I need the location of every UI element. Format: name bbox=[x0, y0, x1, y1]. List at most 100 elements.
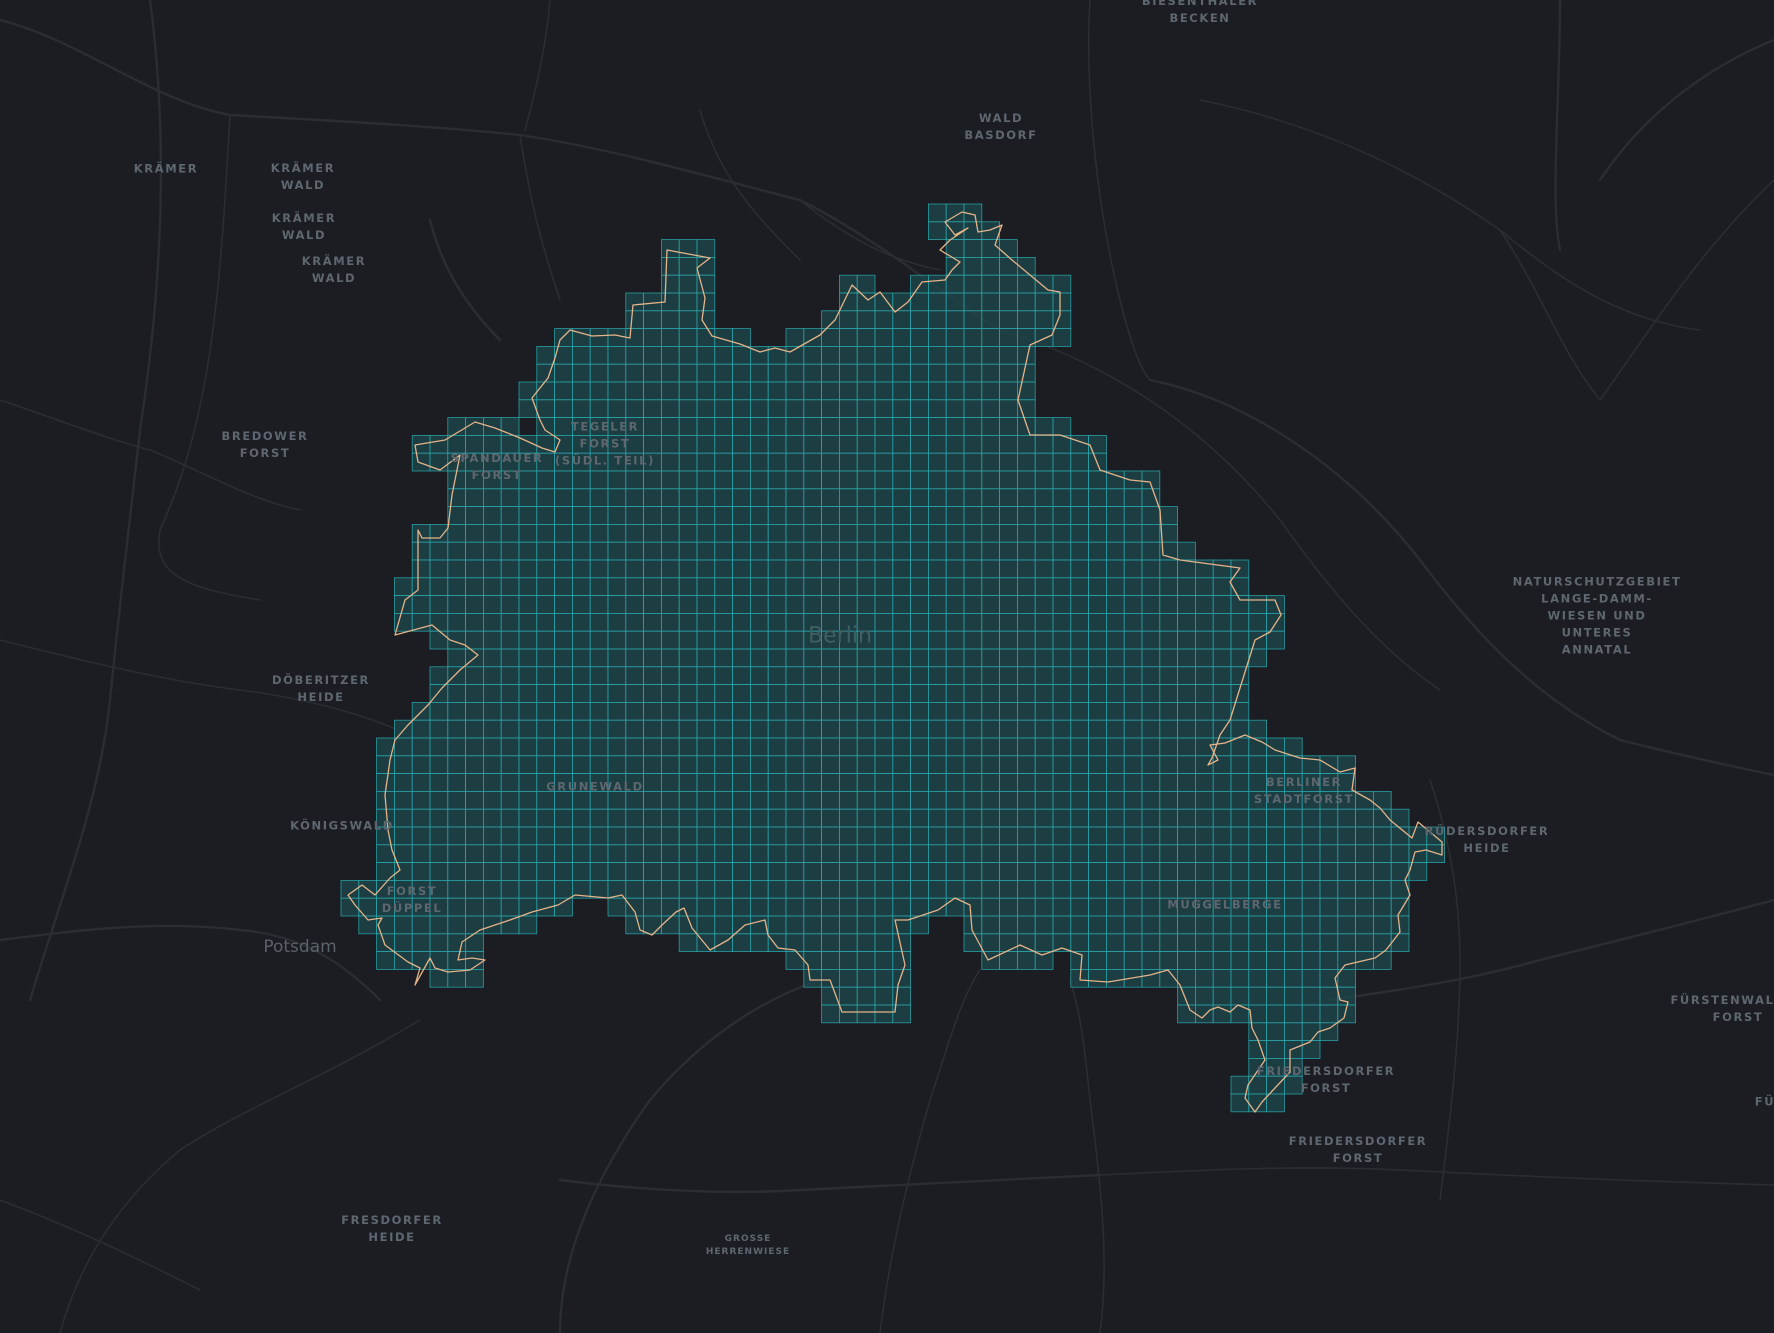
grid-cell[interactable] bbox=[1106, 595, 1125, 614]
grid-cell[interactable] bbox=[1141, 719, 1161, 739]
grid-cell[interactable] bbox=[1230, 755, 1250, 774]
grid-cell[interactable] bbox=[839, 933, 858, 952]
grid-cell[interactable] bbox=[981, 648, 1000, 668]
grid-cell[interactable] bbox=[714, 470, 733, 490]
grid-cell[interactable] bbox=[767, 773, 787, 792]
grid-cell[interactable] bbox=[1088, 773, 1107, 792]
grid-cell[interactable] bbox=[482, 559, 502, 579]
grid-cell[interactable] bbox=[1070, 488, 1090, 507]
grid-cell[interactable] bbox=[554, 595, 573, 614]
grid-cell[interactable] bbox=[518, 737, 538, 757]
grid-cell[interactable] bbox=[821, 737, 840, 757]
grid-cell[interactable] bbox=[518, 648, 538, 668]
grid-cell[interactable] bbox=[892, 826, 911, 846]
grid-cell[interactable] bbox=[999, 345, 1018, 365]
grid-cell[interactable] bbox=[803, 755, 822, 774]
grid-cell[interactable] bbox=[892, 684, 911, 703]
grid-cell[interactable] bbox=[874, 773, 894, 792]
grid-cell[interactable] bbox=[785, 951, 805, 970]
grid-cell[interactable] bbox=[910, 613, 929, 632]
grid-cell[interactable] bbox=[981, 862, 1000, 881]
grid-cell[interactable] bbox=[411, 808, 431, 828]
grid-cell[interactable] bbox=[981, 684, 1000, 703]
grid-cell[interactable] bbox=[945, 684, 965, 703]
grid-cell[interactable] bbox=[1034, 702, 1054, 721]
grid-cell[interactable] bbox=[518, 613, 538, 632]
grid-cell[interactable] bbox=[696, 719, 716, 739]
grid-cell[interactable] bbox=[963, 310, 983, 329]
grid-cell[interactable] bbox=[963, 684, 983, 703]
grid-cell[interactable] bbox=[447, 434, 466, 454]
grid-cell[interactable] bbox=[1177, 684, 1196, 703]
grid-cell[interactable] bbox=[536, 470, 555, 490]
grid-cell[interactable] bbox=[536, 719, 555, 739]
grid-cell[interactable] bbox=[696, 506, 716, 525]
grid-cell[interactable] bbox=[1195, 791, 1214, 810]
grid-cell[interactable] bbox=[1123, 915, 1143, 935]
grid-cell[interactable] bbox=[429, 452, 449, 472]
grid-cell[interactable] bbox=[981, 630, 1000, 650]
grid-cell[interactable] bbox=[785, 381, 805, 401]
grid-cell[interactable] bbox=[1337, 933, 1357, 952]
grid-cell[interactable] bbox=[393, 737, 413, 757]
grid-cell[interactable] bbox=[1212, 630, 1232, 650]
grid-cell[interactable] bbox=[1034, 915, 1054, 935]
grid-cell[interactable] bbox=[1052, 880, 1072, 899]
grid-cell[interactable] bbox=[945, 310, 965, 329]
grid-cell[interactable] bbox=[910, 399, 929, 418]
grid-cell[interactable] bbox=[1248, 808, 1268, 828]
grid-cell[interactable] bbox=[625, 541, 644, 561]
grid-cell[interactable] bbox=[1017, 310, 1036, 329]
grid-cell[interactable] bbox=[750, 613, 769, 632]
grid-cell[interactable] bbox=[981, 826, 1000, 846]
grid-cell[interactable] bbox=[1123, 541, 1143, 561]
grid-cell[interactable] bbox=[661, 666, 680, 685]
grid-cell[interactable] bbox=[981, 773, 1000, 792]
grid-cell[interactable] bbox=[696, 434, 716, 454]
grid-cell[interactable] bbox=[999, 719, 1018, 739]
grid-cell[interactable] bbox=[999, 666, 1018, 685]
grid-cell[interactable] bbox=[536, 630, 555, 650]
grid-cell[interactable] bbox=[874, 595, 894, 614]
grid-cell[interactable] bbox=[482, 897, 502, 917]
grid-cell[interactable] bbox=[1106, 541, 1125, 561]
grid-cell[interactable] bbox=[803, 666, 822, 685]
grid-cell[interactable] bbox=[643, 417, 662, 436]
grid-cell[interactable] bbox=[928, 488, 947, 507]
grid-cell[interactable] bbox=[411, 541, 431, 561]
grid-cell[interactable] bbox=[803, 381, 822, 401]
grid-cell[interactable] bbox=[856, 274, 876, 294]
grid-cell[interactable] bbox=[1195, 684, 1214, 703]
grid-cell[interactable] bbox=[999, 648, 1018, 668]
grid-cell[interactable] bbox=[839, 595, 858, 614]
grid-cell[interactable] bbox=[1177, 577, 1196, 596]
grid-cell[interactable] bbox=[1177, 613, 1196, 632]
grid-cell[interactable] bbox=[1052, 755, 1072, 774]
grid-cell[interactable] bbox=[536, 524, 555, 543]
grid-cell[interactable] bbox=[572, 363, 591, 383]
grid-cell[interactable] bbox=[643, 702, 662, 721]
grid-cell[interactable] bbox=[643, 292, 662, 312]
grid-cell[interactable] bbox=[1230, 862, 1250, 881]
grid-cell[interactable] bbox=[1034, 434, 1054, 454]
grid-cell[interactable] bbox=[1052, 808, 1072, 828]
grid-cell[interactable] bbox=[1017, 613, 1036, 632]
grid-cell[interactable] bbox=[500, 880, 520, 899]
grid-cell[interactable] bbox=[589, 541, 609, 561]
grid-cell[interactable] bbox=[1266, 1058, 1285, 1077]
grid-cell[interactable] bbox=[696, 488, 716, 507]
grid-cell[interactable] bbox=[1177, 719, 1196, 739]
grid-cell[interactable] bbox=[1177, 702, 1196, 721]
grid-cell[interactable] bbox=[803, 880, 822, 899]
grid-cell[interactable] bbox=[536, 737, 555, 757]
grid-cell[interactable] bbox=[981, 363, 1000, 383]
grid-cell[interactable] bbox=[1088, 969, 1107, 988]
grid-cell[interactable] bbox=[482, 417, 502, 436]
grid-cell[interactable] bbox=[963, 702, 983, 721]
grid-cell[interactable] bbox=[981, 666, 1000, 685]
grid-cell[interactable] bbox=[1177, 808, 1196, 828]
grid-cell[interactable] bbox=[518, 577, 538, 596]
grid-cell[interactable] bbox=[482, 826, 502, 846]
grid-cell[interactable] bbox=[963, 737, 983, 757]
grid-cell[interactable] bbox=[928, 773, 947, 792]
